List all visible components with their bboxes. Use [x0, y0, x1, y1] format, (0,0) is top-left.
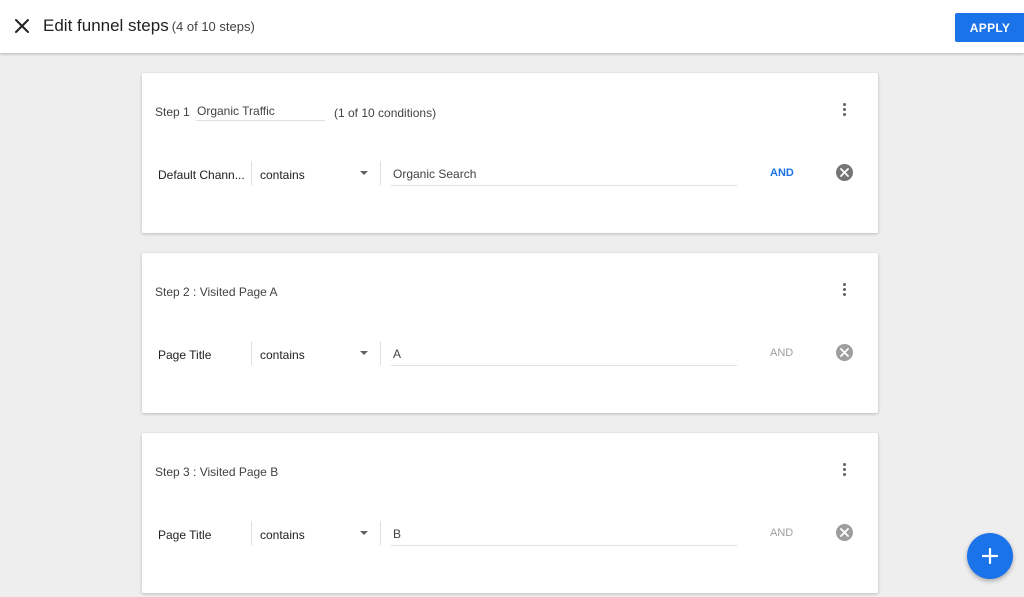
and-button[interactable]: AND	[770, 527, 793, 539]
step-count: (4 of 10 steps)	[171, 19, 255, 34]
page-title: Edit funnel steps (4 of 10 steps)	[43, 16, 255, 36]
add-step-button[interactable]	[967, 533, 1013, 579]
condition-row: Page Title contains A AND	[142, 341, 878, 371]
operator-select[interactable]: contains	[260, 528, 305, 542]
step-name-input[interactable]: Organic Traffic	[196, 104, 325, 121]
value-input[interactable]: A	[391, 341, 737, 366]
more-vert-icon[interactable]	[838, 461, 850, 477]
close-icon[interactable]	[12, 16, 32, 36]
and-button[interactable]: AND	[770, 167, 794, 179]
more-vert-icon[interactable]	[838, 281, 850, 297]
remove-circle-icon[interactable]	[836, 344, 853, 361]
condition-row: Default Chann... contains Organic Search…	[142, 161, 878, 191]
divider	[251, 341, 252, 365]
chevron-down-icon[interactable]	[360, 531, 368, 535]
step-label: Step 2 : Visited Page A	[155, 285, 278, 299]
divider	[380, 341, 381, 365]
and-button[interactable]: AND	[770, 347, 793, 359]
condition-count: (1 of 10 conditions)	[334, 106, 437, 120]
dimension-select[interactable]: Page Title	[158, 348, 244, 362]
divider	[380, 161, 381, 185]
value-input[interactable]: Organic Search	[391, 161, 737, 186]
step-label: Step 1	[155, 105, 190, 119]
divider	[380, 521, 381, 545]
page-title-text: Edit funnel steps	[43, 16, 169, 35]
step-card-3: Step 3 : Visited Page B Page Title conta…	[142, 433, 878, 593]
step-label: Step 3 : Visited Page B	[155, 465, 279, 479]
top-bar: Edit funnel steps (4 of 10 steps) APPLY	[0, 0, 1024, 53]
dimension-select[interactable]: Page Title	[158, 528, 244, 542]
condition-row: Page Title contains B AND	[142, 521, 878, 551]
operator-select[interactable]: contains	[260, 168, 305, 182]
apply-button[interactable]: APPLY	[955, 13, 1024, 42]
operator-select[interactable]: contains	[260, 348, 305, 362]
more-vert-icon[interactable]	[838, 101, 850, 117]
divider	[251, 521, 252, 545]
remove-circle-icon[interactable]	[836, 524, 853, 541]
divider	[251, 161, 252, 185]
value-input[interactable]: B	[391, 521, 737, 546]
chevron-down-icon[interactable]	[360, 351, 368, 355]
value-text: B	[393, 527, 402, 541]
step-card-2: Step 2 : Visited Page A Page Title conta…	[142, 253, 878, 413]
value-text: Organic Search	[393, 167, 477, 181]
add-icon	[982, 548, 998, 564]
remove-circle-icon[interactable]	[836, 164, 853, 181]
chevron-down-icon[interactable]	[360, 171, 368, 175]
value-text: A	[393, 347, 402, 361]
step-card-1: Step 1 Organic Traffic (1 of 10 conditio…	[142, 73, 878, 233]
dimension-select[interactable]: Default Chann...	[158, 168, 244, 182]
